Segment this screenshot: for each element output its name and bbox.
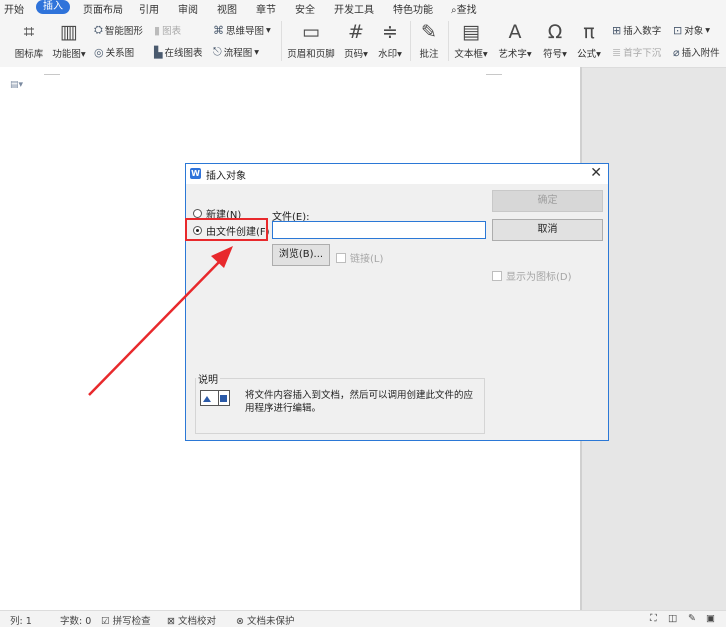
doc-proof-button[interactable]: ⊠ 文档校对 xyxy=(167,613,216,627)
page-view-icon[interactable]: ▣ xyxy=(706,613,715,624)
protect-icon: ⊗ xyxy=(236,616,244,627)
read-mode-icon[interactable]: ◫ xyxy=(668,613,677,624)
annotation-arrow xyxy=(88,246,233,396)
spell-check-icon: ☑ xyxy=(101,616,110,627)
status-col: 列: 1 xyxy=(10,616,32,627)
status-bar: 列: 1 字数: 0 ☑ 拼写检查 ⊠ 文档校对 ⊗ 文档未保护 ⛶ ◫ ✎ ▣ xyxy=(0,610,726,627)
arrow-head xyxy=(211,246,233,268)
doc-protect-button[interactable]: ⊗ 文档未保护 xyxy=(236,613,295,627)
proof-icon: ⊠ xyxy=(167,616,175,627)
status-word-count[interactable]: 字数: 0 xyxy=(60,613,91,627)
edit-mode-icon[interactable]: ✎ xyxy=(688,613,696,624)
arrow-shaft xyxy=(88,258,223,396)
spell-check-button[interactable]: ☑ 拼写检查 xyxy=(101,613,151,627)
fullscreen-icon[interactable]: ⛶ xyxy=(650,613,657,624)
